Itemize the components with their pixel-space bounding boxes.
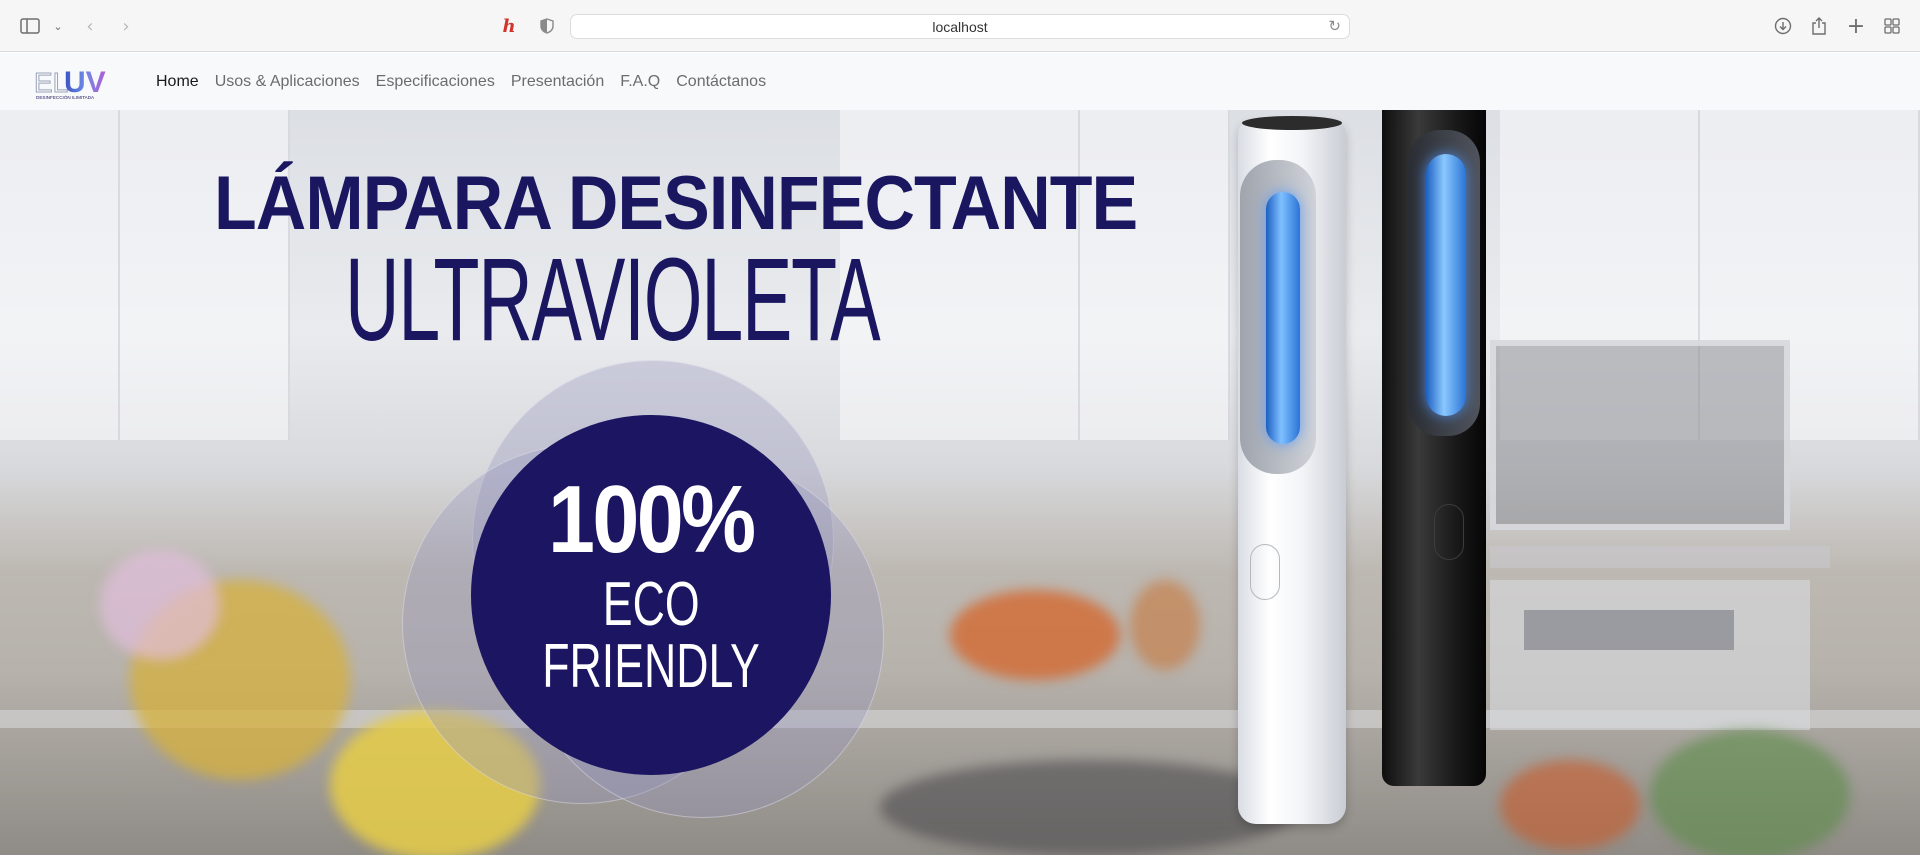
address-bar[interactable]: localhost ↻ (570, 14, 1350, 39)
background-pot (1130, 580, 1200, 670)
uv-tube (1266, 192, 1300, 444)
lamp-button (1250, 544, 1280, 600)
nav-especificaciones[interactable]: Especificaciones (376, 73, 495, 91)
black-uv-lamp (1382, 110, 1486, 786)
tab-overview-icon[interactable] (1880, 14, 1904, 38)
background-cabinet (1080, 110, 1230, 440)
background-pots (950, 590, 1120, 680)
hero-title-line2: ULTRAVIOLETA (345, 234, 881, 366)
white-uv-lamp (1238, 116, 1346, 824)
reload-icon[interactable]: ↻ (1328, 17, 1341, 35)
background-microwave (1490, 340, 1790, 530)
chevron-left-icon[interactable]: ‹ (78, 14, 102, 38)
main-nav: Home Usos & Aplicaciones Especificacione… (156, 53, 782, 110)
share-icon[interactable] (1807, 14, 1831, 38)
url-text: localhost (932, 18, 988, 35)
download-icon[interactable] (1771, 14, 1795, 38)
nav-faq[interactable]: F.A.Q (620, 73, 660, 91)
nav-home[interactable]: Home (156, 73, 199, 91)
nav-presentacion[interactable]: Presentación (511, 73, 604, 91)
sidebar-icon[interactable] (18, 14, 42, 38)
plus-icon[interactable]: + (1844, 14, 1868, 39)
hero-banner: LÁMPARA DESINFECTANTE ULTRAVIOLETA 100% … (0, 110, 1920, 855)
browser-toolbar: ⌄ ‹ › h localhost ↻ + (0, 0, 1920, 52)
background-stove (880, 760, 1300, 855)
badge-eco: ECO (602, 570, 700, 639)
privacy-shield-icon[interactable] (535, 14, 559, 38)
badge-friendly: FRIENDLY (542, 632, 760, 701)
eco-badge: 100% ECO FRIENDLY (471, 415, 831, 775)
background-oven (1490, 580, 1810, 730)
background-flowers (100, 550, 220, 660)
site-logo[interactable]: EL UV DESINFECCIÓN ILIMITADA (34, 66, 110, 101)
badge-percent: 100% (548, 466, 756, 573)
uv-tube (1426, 154, 1466, 416)
background-cabinet (0, 110, 120, 440)
svg-text:DESINFECCIÓN ILIMITADA: DESINFECCIÓN ILIMITADA (36, 94, 95, 100)
lamp-button (1434, 504, 1464, 560)
nav-usos-aplicaciones[interactable]: Usos & Aplicaciones (215, 73, 360, 91)
honey-extension-icon[interactable]: h (497, 14, 521, 38)
background-tomatoes (1500, 760, 1640, 850)
chevron-right-icon[interactable]: › (114, 14, 138, 38)
nav-contactanos[interactable]: Contáctanos (676, 73, 766, 91)
chevron-down-icon[interactable]: ⌄ (46, 14, 70, 38)
background-oven-panel (1490, 546, 1830, 568)
background-greens (1650, 730, 1850, 855)
